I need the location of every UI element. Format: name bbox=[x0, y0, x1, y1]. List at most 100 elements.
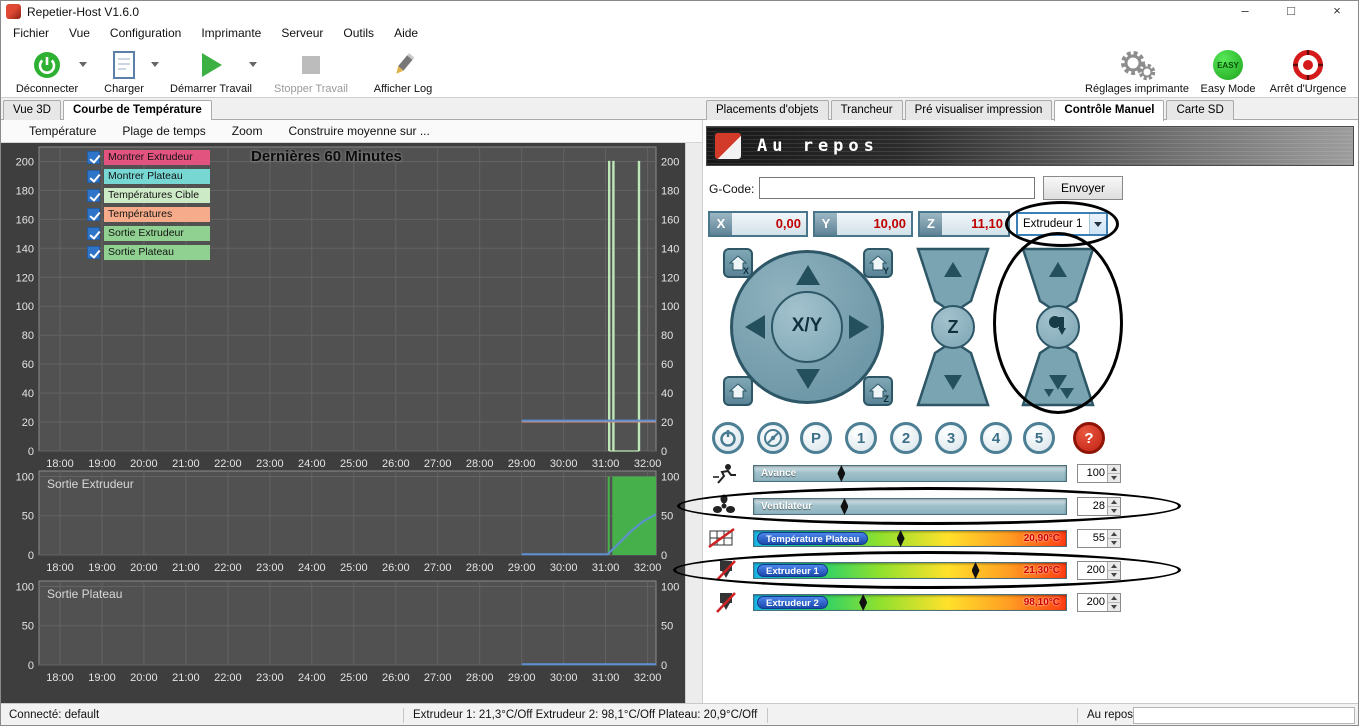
chart-menu-temperature[interactable]: Température bbox=[29, 124, 96, 138]
send-button[interactable]: Envoyer bbox=[1043, 176, 1123, 200]
tab-controle-manuel[interactable]: Contrôle Manuel bbox=[1054, 100, 1165, 121]
tab-courbe-temperature[interactable]: Courbe de Température bbox=[62, 100, 212, 121]
printer-state-text: Au repos bbox=[757, 136, 879, 156]
home-z-button[interactable]: Z bbox=[863, 376, 893, 406]
retract-button[interactable] bbox=[1049, 262, 1067, 277]
menu-imprimante[interactable]: Imprimante bbox=[191, 23, 271, 43]
legend-checkbox[interactable] bbox=[87, 151, 100, 164]
tab-placements-objets[interactable]: Placements d'objets bbox=[706, 100, 829, 120]
extruder1-temp-slider[interactable]: Extrudeur 1 21,30°C bbox=[753, 562, 1067, 579]
chart-menu-moyenne[interactable]: Construire moyenne sur ... bbox=[288, 124, 429, 138]
menu-aide[interactable]: Aide bbox=[384, 23, 428, 43]
fan-icon[interactable] bbox=[705, 493, 743, 519]
menu-serveur[interactable]: Serveur bbox=[271, 23, 333, 43]
minimize-button[interactable]: – bbox=[1222, 1, 1268, 23]
preset-1-button[interactable]: 1 bbox=[845, 422, 877, 454]
chart-menu-plage-de-temps[interactable]: Plage de temps bbox=[122, 124, 205, 138]
preset-3-button[interactable]: 3 bbox=[935, 422, 967, 454]
close-button[interactable]: × bbox=[1314, 1, 1358, 23]
spinner-up-icon[interactable] bbox=[1108, 594, 1120, 602]
tab-vue-3d[interactable]: Vue 3D bbox=[3, 100, 61, 120]
gcode-input[interactable] bbox=[759, 177, 1035, 199]
easy-mode-button[interactable]: EASY Easy Mode bbox=[1194, 46, 1262, 95]
preset-2-button[interactable]: 2 bbox=[890, 422, 922, 454]
legend-checkbox[interactable] bbox=[87, 170, 100, 183]
extruder2-toggle-icon[interactable] bbox=[707, 589, 745, 615]
menu-vue[interactable]: Vue bbox=[59, 23, 100, 43]
x-minus-button[interactable] bbox=[745, 315, 765, 339]
feedrate-spinner[interactable]: 100 bbox=[1077, 464, 1121, 483]
z-minus-button[interactable] bbox=[944, 375, 962, 390]
menu-configuration[interactable]: Configuration bbox=[100, 23, 191, 43]
fan-spinner[interactable]: 28 bbox=[1077, 497, 1121, 516]
svg-text:30:00: 30:00 bbox=[550, 672, 578, 684]
bed-temp-spinner[interactable]: 55 bbox=[1077, 529, 1121, 548]
fan-slider[interactable]: Ventilateur bbox=[753, 498, 1067, 515]
spinner-up-icon[interactable] bbox=[1108, 562, 1120, 570]
preset-4-button[interactable]: 4 bbox=[980, 422, 1012, 454]
feedrate-slider-thumb[interactable] bbox=[837, 465, 846, 482]
feedrate-slider[interactable]: Avance bbox=[753, 465, 1067, 482]
legend-checkbox[interactable] bbox=[87, 189, 100, 202]
menu-outils[interactable]: Outils bbox=[333, 23, 384, 43]
dropdown-caret-icon[interactable] bbox=[249, 62, 257, 67]
chart-scrollbar[interactable] bbox=[685, 143, 702, 703]
tab-trancheur[interactable]: Trancheur bbox=[830, 100, 903, 120]
extruder1-temp-thumb[interactable] bbox=[971, 562, 980, 579]
extruder1-temp-spinner[interactable]: 200 bbox=[1077, 561, 1121, 580]
legend-label: Températures bbox=[104, 207, 210, 222]
load-button[interactable]: Charger bbox=[89, 46, 159, 95]
extruder2-temp-thumb[interactable] bbox=[859, 594, 868, 611]
dropdown-caret-icon[interactable] bbox=[79, 62, 87, 67]
spinner-down-icon[interactable] bbox=[1108, 570, 1120, 579]
extruder2-temp-spinner[interactable]: 200 bbox=[1077, 593, 1121, 612]
svg-text:160: 160 bbox=[661, 214, 679, 226]
stop-job-button[interactable]: Stopper Travail bbox=[263, 46, 359, 95]
spinner-down-icon[interactable] bbox=[1108, 473, 1120, 482]
chevron-down-icon[interactable] bbox=[1089, 214, 1106, 234]
extruder-pad-center[interactable] bbox=[1036, 305, 1080, 349]
help-button[interactable]: ? bbox=[1073, 422, 1105, 454]
home-x-button[interactable]: X bbox=[723, 248, 753, 278]
show-log-button[interactable]: Afficher Log bbox=[359, 46, 447, 95]
spinner-up-icon[interactable] bbox=[1108, 530, 1120, 538]
spinner-down-icon[interactable] bbox=[1108, 538, 1120, 547]
tab-previsualiser-impression[interactable]: Pré visualiser impression bbox=[904, 100, 1053, 120]
preset-5-button[interactable]: 5 bbox=[1023, 422, 1055, 454]
power-button[interactable] bbox=[712, 422, 744, 454]
y-plus-button[interactable] bbox=[796, 265, 820, 285]
bed-heater-toggle-icon[interactable] bbox=[703, 525, 741, 551]
z-plus-button[interactable] bbox=[944, 262, 962, 277]
spinner-down-icon[interactable] bbox=[1108, 602, 1120, 611]
extrude-small-arrow-icon[interactable] bbox=[1044, 389, 1054, 397]
y-minus-button[interactable] bbox=[796, 369, 820, 389]
maximize-button[interactable]: □ bbox=[1268, 1, 1314, 23]
home-all-button[interactable] bbox=[723, 376, 753, 406]
fan-slider-thumb[interactable] bbox=[840, 498, 849, 515]
disconnect-button[interactable]: Déconnecter bbox=[5, 46, 89, 95]
printer-settings-button[interactable]: Réglages imprimante bbox=[1080, 46, 1194, 95]
home-y-button[interactable]: Y bbox=[863, 248, 893, 278]
spinner-up-icon[interactable] bbox=[1108, 498, 1120, 506]
dropdown-caret-icon[interactable] bbox=[151, 62, 159, 67]
legend-checkbox[interactable] bbox=[87, 208, 100, 221]
x-plus-button[interactable] bbox=[849, 315, 869, 339]
chart-menu-zoom[interactable]: Zoom bbox=[232, 124, 263, 138]
legend-checkbox[interactable] bbox=[87, 246, 100, 259]
park-button[interactable]: P bbox=[800, 422, 832, 454]
bed-temp-slider[interactable]: Température Plateau 20,90°C bbox=[753, 530, 1067, 547]
feedrate-value: 100 bbox=[1086, 467, 1105, 479]
extruder2-temp-slider[interactable]: Extrudeur 2 98,10°C bbox=[753, 594, 1067, 611]
tab-carte-sd[interactable]: Carte SD bbox=[1166, 100, 1234, 120]
legend-checkbox[interactable] bbox=[87, 227, 100, 240]
extruder1-toggle-icon[interactable] bbox=[707, 557, 745, 583]
extrude-large-arrow-icon[interactable] bbox=[1060, 388, 1074, 399]
start-job-button[interactable]: Démarrer Travail bbox=[159, 46, 263, 95]
motor-off-button[interactable] bbox=[757, 422, 789, 454]
spinner-up-icon[interactable] bbox=[1108, 465, 1120, 473]
spinner-down-icon[interactable] bbox=[1108, 506, 1120, 515]
menu-fichier[interactable]: Fichier bbox=[3, 23, 59, 43]
bed-temp-thumb[interactable] bbox=[896, 530, 905, 547]
extruder-select[interactable]: Extrudeur 1 bbox=[1016, 212, 1108, 236]
emergency-stop-button[interactable]: Arrêt d'Urgence bbox=[1262, 46, 1354, 95]
